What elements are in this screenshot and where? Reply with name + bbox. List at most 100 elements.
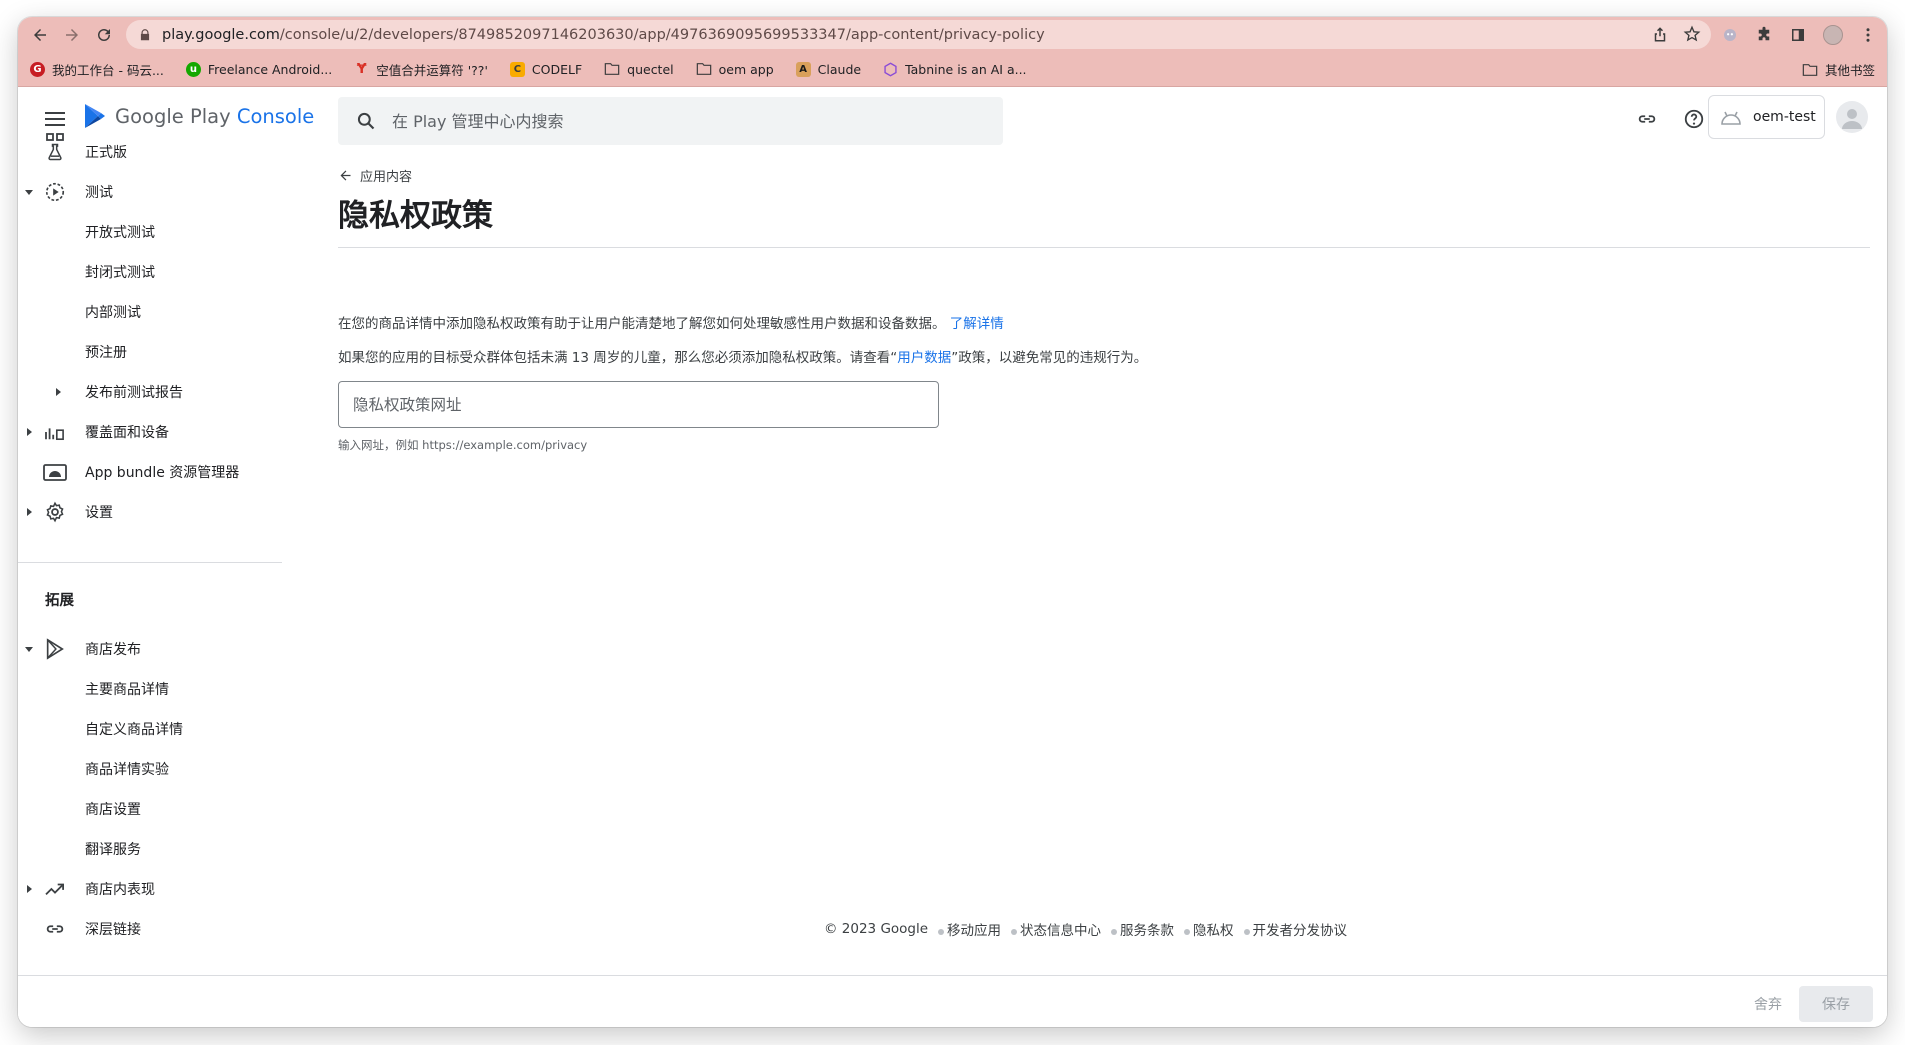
- sidebar-item-main-store-listing[interactable]: 主要商品详情: [18, 669, 282, 709]
- sidebar-item-testing[interactable]: 测试: [18, 172, 282, 212]
- search-input[interactable]: [392, 111, 952, 131]
- person-icon: [1842, 109, 1862, 129]
- sidebar-divider: [18, 562, 282, 563]
- logo-text: Google Play: [115, 104, 231, 128]
- page-title: 隐私权政策: [338, 198, 493, 234]
- url-path: /console/u/2/developers/8749852097146203…: [279, 26, 1045, 43]
- privacy-policy-url-field[interactable]: [338, 381, 939, 428]
- description-line-2: 如果您的应用的目标受众群体包括未满 13 周岁的儿童，那么您必须添加隐私权政策。…: [338, 350, 1148, 366]
- copyright: © 2023 Google: [824, 921, 929, 937]
- sidebar-item-store-performance[interactable]: 商店内表现: [18, 869, 282, 909]
- footer-link-privacy[interactable]: 隐私权: [1193, 919, 1234, 939]
- learn-more-link[interactable]: 了解详情: [950, 316, 1004, 332]
- android-icon: [1721, 111, 1741, 125]
- sidebar-item-reach-and-devices[interactable]: 覆盖面和设备: [18, 412, 282, 452]
- sidebar-item-deep-links[interactable]: 深层链接: [18, 909, 282, 949]
- address-bar[interactable]: play.google.com/console/u/2/developers/8…: [126, 20, 1711, 49]
- forward-button[interactable]: [56, 19, 88, 51]
- sidebar-item-internal-testing[interactable]: 内部测试: [18, 292, 282, 332]
- search-box[interactable]: [338, 97, 1003, 145]
- play-console-logo[interactable]: Google Play Console: [83, 103, 314, 129]
- codelf-icon: C: [509, 61, 525, 77]
- discard-button[interactable]: 舍弃: [1738, 986, 1798, 1022]
- sidebar-item-pre-launch-report[interactable]: 发布前测试报告: [18, 372, 282, 412]
- profile-icon[interactable]: [1823, 24, 1843, 45]
- share-icon[interactable]: [1651, 25, 1669, 43]
- back-button[interactable]: [24, 19, 56, 51]
- sidebar-item-settings[interactable]: 设置: [18, 492, 282, 532]
- bookmark-oem-app[interactable]: oem app: [696, 62, 774, 77]
- footer-link-ddd-agreement[interactable]: 开发者分发协议: [1253, 919, 1348, 939]
- bookmark-codelf[interactable]: C CODELF: [509, 61, 582, 77]
- bookmark-claude[interactable]: A Claude: [795, 61, 861, 77]
- gitee-icon: G: [30, 61, 45, 77]
- bookmarks-bar: G 我的工作台 - 码云... u Freelance Android... Ɏ…: [18, 52, 1887, 87]
- extension-ghost-icon[interactable]: [1721, 26, 1739, 44]
- bookmark-gitee[interactable]: G 我的工作台 - 码云...: [30, 60, 164, 79]
- anthropic-icon: A: [795, 61, 811, 77]
- reload-icon: [98, 28, 110, 41]
- sidebar-item-translation-service[interactable]: 翻译服务: [18, 829, 282, 869]
- help-icon: [1684, 109, 1704, 129]
- menu-button[interactable]: [41, 105, 69, 133]
- bookmark-upwork[interactable]: u Freelance Android...: [185, 61, 332, 77]
- description-line-1: 在您的商品详情中添加隐私权政策有助于让用户能清楚地了解您如何处理敏感性用户数据和…: [338, 316, 1004, 332]
- browser-window: play.google.com/console/u/2/developers/8…: [18, 17, 1887, 1027]
- folder-icon: [604, 63, 620, 75]
- reload-button[interactable]: [88, 19, 120, 51]
- help-button[interactable]: [1681, 106, 1707, 132]
- avatar[interactable]: [1836, 101, 1868, 133]
- sidebar-item-production[interactable]: 正式版: [18, 132, 282, 172]
- sidebar-item-pre-registration[interactable]: 预注册: [18, 332, 282, 372]
- footer-link-terms[interactable]: 服务条款: [1120, 919, 1174, 939]
- bookmark-nullish[interactable]: Ɏ 空值合并运算符 '??': [354, 60, 488, 79]
- title-divider: [338, 247, 1870, 248]
- flask-icon: [43, 140, 67, 164]
- gear-icon: [43, 500, 67, 524]
- search-icon: [357, 112, 375, 130]
- folder-icon: [696, 63, 711, 75]
- other-bookmarks[interactable]: 其他书签: [1802, 52, 1875, 87]
- footer-link-status-dashboard[interactable]: 状态信息中心: [1020, 919, 1101, 939]
- sidebar-item-custom-store-listings[interactable]: 自定义商品详情: [18, 709, 282, 749]
- arrow-right-icon: [66, 28, 78, 41]
- puzzle-icon[interactable]: [1755, 26, 1773, 44]
- back-to-app-content[interactable]: 应用内容: [338, 166, 412, 185]
- folder-icon: [1802, 63, 1818, 76]
- play-outline-icon: [43, 637, 67, 661]
- url-host: play.google.com: [162, 26, 280, 43]
- browser-toolbar: play.google.com/console/u/2/developers/8…: [18, 17, 1887, 52]
- footer-link-mobile-app[interactable]: 移动应用: [947, 919, 1001, 939]
- bookmark-quectel[interactable]: quectel: [604, 62, 674, 77]
- arrow-left-icon: [340, 170, 351, 181]
- link-icon: [1638, 115, 1656, 123]
- tabnine-icon: [884, 61, 897, 77]
- android-bundle-icon: [43, 460, 67, 484]
- developer-account-chip[interactable]: oem-test: [1708, 95, 1825, 139]
- sidebar-item-store-presence[interactable]: 商店发布: [18, 629, 282, 669]
- action-bar: 舍弃 保存: [18, 975, 1887, 1027]
- user-data-policy-link[interactable]: 用户数据: [897, 350, 951, 366]
- sidebar-item-open-testing[interactable]: 开放式测试: [18, 212, 282, 252]
- sidebar-item-store-settings[interactable]: 商店设置: [18, 789, 282, 829]
- side-panel-icon[interactable]: [1789, 26, 1807, 44]
- caret-down-icon: [23, 643, 35, 655]
- link-button[interactable]: [1634, 106, 1660, 132]
- account-name: oem-test: [1753, 109, 1816, 125]
- app-header: Google Play Console oem-test: [18, 87, 1887, 152]
- sidebar-item-closed-testing[interactable]: 封闭式测试: [18, 252, 282, 292]
- logo-console: Console: [236, 104, 315, 128]
- privacy-policy-url-input[interactable]: [353, 395, 913, 414]
- trending-icon: [43, 877, 67, 901]
- sidebar-item-app-bundle-explorer[interactable]: App bundle 资源管理器: [18, 452, 282, 492]
- sidebar-item-store-listing-experiments[interactable]: 商品详情实验: [18, 749, 282, 789]
- link-icon: [43, 917, 67, 941]
- bookmark-tabnine[interactable]: Tabnine is an AI a...: [883, 61, 1027, 77]
- sidebar-section-grow: 拓展: [45, 593, 74, 609]
- figure-icon: Ɏ: [357, 61, 367, 77]
- more-vert-icon[interactable]: [1859, 26, 1877, 44]
- lock-icon: [140, 28, 150, 40]
- play-console-app: Google Play Console oem-test: [18, 87, 1887, 1027]
- star-icon[interactable]: [1683, 25, 1701, 43]
- save-button[interactable]: 保存: [1799, 986, 1873, 1022]
